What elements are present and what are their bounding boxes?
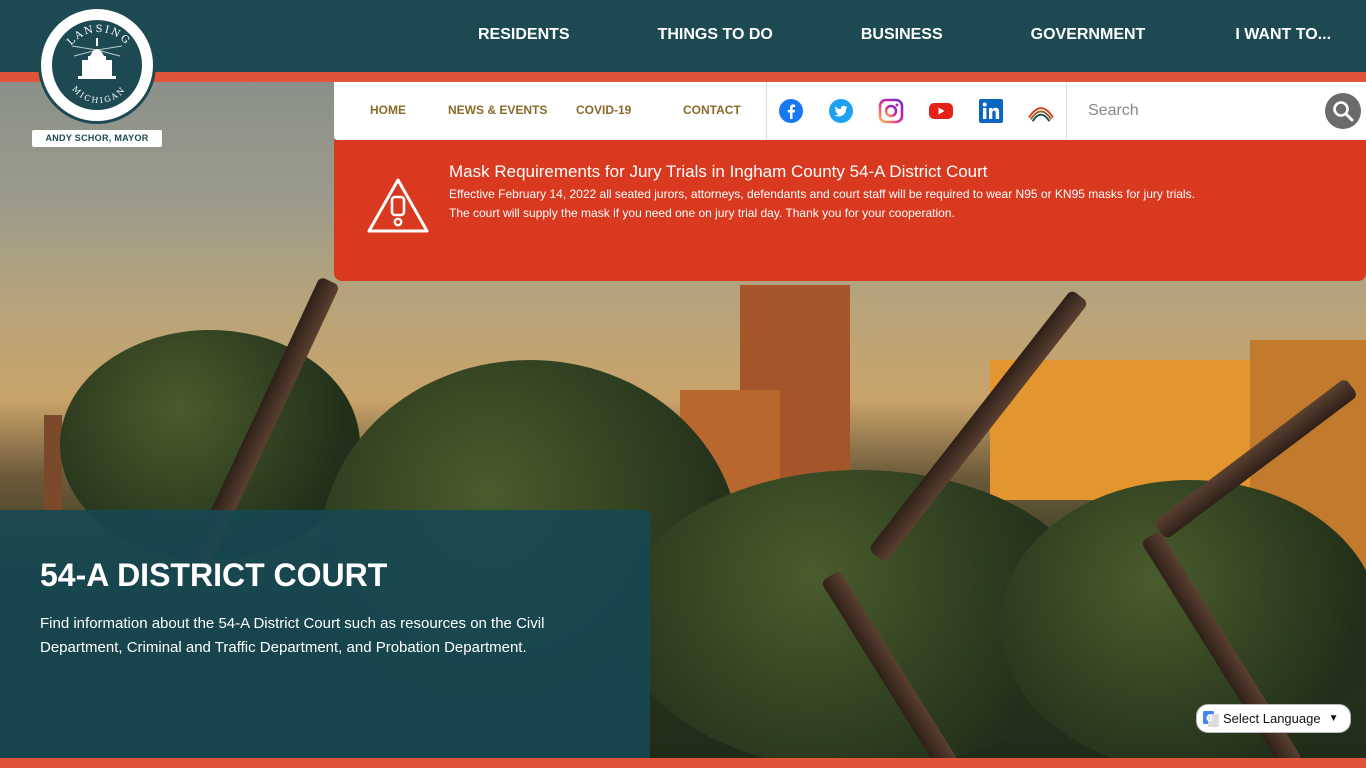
svg-text:G: G bbox=[1206, 714, 1213, 723]
alert-text-line-1: Effective February 14, 2022 all seated j… bbox=[449, 187, 1195, 201]
subnav-covid-19[interactable]: COVID-19 bbox=[576, 82, 631, 140]
facebook-icon[interactable] bbox=[778, 98, 804, 124]
footer-accent-stripe bbox=[0, 758, 1366, 768]
alert-banner: Mask Requirements for Jury Trials in Ing… bbox=[334, 140, 1366, 281]
svg-text:MICHIGAN: MICHIGAN bbox=[70, 84, 127, 105]
seal-text-bottom: MICHIGAN bbox=[70, 84, 125, 105]
nav-business[interactable]: BUSINESS bbox=[861, 0, 943, 72]
subnav-home[interactable]: HOME bbox=[370, 82, 406, 140]
search-input[interactable] bbox=[1078, 92, 1308, 130]
nav-things-to-do[interactable]: THINGS TO DO bbox=[658, 0, 773, 72]
header-accent-stripe bbox=[0, 72, 1366, 82]
lansing-wave-icon[interactable] bbox=[1028, 98, 1054, 124]
city-seal-logo[interactable]: LANSING MICHIGAN bbox=[38, 6, 156, 124]
search-icon bbox=[1333, 101, 1354, 122]
capitol-dome-icon: LANSING MICHIGAN bbox=[65, 24, 132, 105]
page-title: 54-A DISTRICT COURT bbox=[40, 557, 388, 593]
instagram-icon[interactable] bbox=[878, 98, 904, 124]
chevron-down-icon: ▼ bbox=[1328, 713, 1339, 724]
nav-i-want-to[interactable]: I WANT TO... bbox=[1235, 0, 1331, 72]
page-description: Find information about the 54-A District… bbox=[40, 615, 545, 656]
chimney bbox=[44, 415, 62, 510]
google-translate-icon: G bbox=[1203, 710, 1219, 727]
top-navigation-bar: RESIDENTS THINGS TO DO BUSINESS GOVERNME… bbox=[0, 0, 1366, 72]
secondary-bar: HOME NEWS & EVENTS COVID-19 CONTACT bbox=[334, 82, 1366, 140]
subnav-news-events[interactable]: NEWS & EVENTS bbox=[448, 82, 547, 140]
language-select-label: Select Language bbox=[1223, 711, 1321, 726]
twitter-icon[interactable] bbox=[828, 98, 854, 124]
language-select[interactable]: G Select Language ▼ bbox=[1196, 704, 1351, 733]
warning-icon bbox=[367, 178, 429, 233]
alert-text-line-2: The court will supply the mask if you ne… bbox=[449, 206, 955, 220]
linkedin-icon[interactable] bbox=[978, 98, 1004, 124]
alert-title-link[interactable]: Mask Requirements for Jury Trials in Ing… bbox=[449, 162, 988, 182]
divider bbox=[1066, 82, 1067, 140]
svg-text:LANSING: LANSING bbox=[65, 24, 132, 48]
search-button[interactable] bbox=[1325, 93, 1361, 129]
divider bbox=[766, 82, 767, 140]
page-info-panel: 54-A DISTRICT COURT Find information abo… bbox=[0, 510, 650, 758]
subnav-contact[interactable]: CONTACT bbox=[683, 82, 741, 140]
mayor-label: ANDY SCHOR, MAYOR bbox=[32, 130, 162, 147]
main-navigation: RESIDENTS THINGS TO DO BUSINESS GOVERNME… bbox=[440, 0, 1331, 72]
seal-text-top: LANSING bbox=[65, 24, 130, 48]
nav-residents[interactable]: RESIDENTS bbox=[478, 0, 570, 72]
nav-government[interactable]: GOVERNMENT bbox=[1031, 0, 1146, 72]
seal-emblem: LANSING MICHIGAN bbox=[50, 18, 144, 112]
youtube-icon[interactable] bbox=[928, 98, 954, 124]
